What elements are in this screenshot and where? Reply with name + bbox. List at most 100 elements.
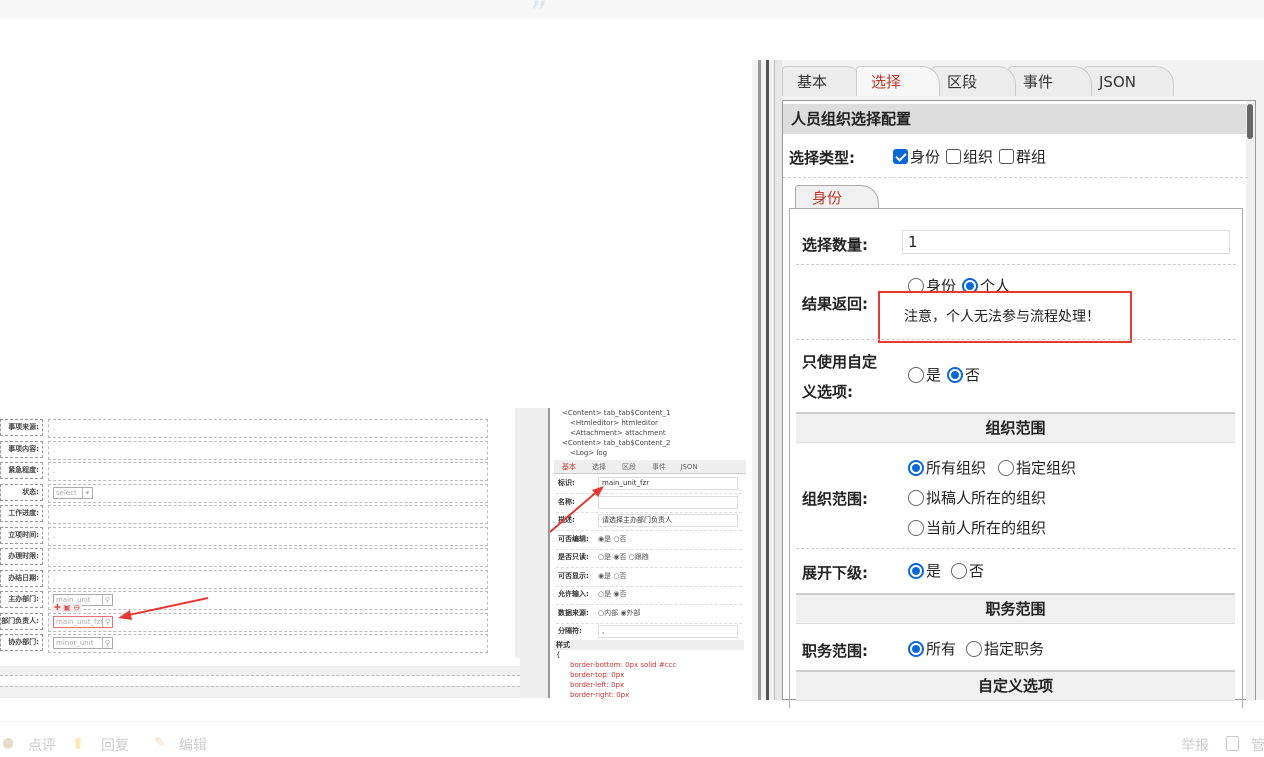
edit-button[interactable]: 编辑 bbox=[179, 735, 207, 755]
tree-node[interactable]: <Htmleditor> htmleditor bbox=[554, 418, 742, 428]
selection-config-panel: 基本 选择 区段 事件 JSON 人员组织选择配置 选择类型: 身份 组织 群组 身份 选择… bbox=[752, 60, 1264, 708]
tab-identity[interactable]: 身份 bbox=[795, 185, 879, 209]
tab-2[interactable]: 区段 bbox=[932, 66, 1016, 96]
post-top-bar bbox=[0, 0, 1264, 18]
form-field: select ▾ bbox=[48, 483, 488, 503]
duty_options-option[interactable]: 指定职务 bbox=[966, 640, 1044, 658]
form-row: 事项来源:. bbox=[0, 419, 490, 438]
style-line: border-right: 0px bbox=[570, 691, 630, 699]
unit-picker[interactable]: minor_unit ⚲ bbox=[53, 637, 113, 649]
select-type-checkboxes: 身份 组织 群组 bbox=[893, 146, 1052, 167]
form-designer-screenshot: 事项来源:. 事项内容:. 紧急程度:. 状态: select ▾ 工作进度: 立项时间:. 办… bbox=[0, 408, 520, 698]
form-label: 紧急程度: bbox=[0, 462, 43, 479]
picker-value: minor_unit bbox=[56, 639, 94, 647]
select-type-label: 选择类型: bbox=[789, 149, 855, 167]
option-label: 组织 bbox=[963, 148, 994, 166]
report-button[interactable]: 举报 bbox=[1181, 735, 1209, 755]
manage-button[interactable]: 管 bbox=[1251, 735, 1264, 755]
tab-4[interactable]: JSON bbox=[1084, 66, 1174, 96]
mid-tab[interactable]: 区段 bbox=[614, 460, 644, 474]
form-field: . bbox=[48, 548, 488, 567]
radio-button[interactable] bbox=[908, 641, 924, 657]
mid-tab[interactable]: 事件 bbox=[644, 460, 674, 474]
tab-3[interactable]: 事件 bbox=[1008, 66, 1092, 96]
field-toolbar-icons[interactable]: ✚ ▣ ⊖ bbox=[52, 603, 83, 612]
mid-tab[interactable]: 基本 bbox=[554, 460, 584, 474]
config-box: 人员组织选择配置 选择类型: 身份 组织 群组 身份 选择数量: 1 结果返回: 身… bbox=[782, 100, 1256, 708]
tree-node[interactable]: <Attachment> attachment bbox=[554, 428, 742, 438]
expand_options-option[interactable]: 否 bbox=[951, 562, 984, 580]
comment-button[interactable]: 点评 bbox=[28, 735, 56, 755]
manage-checkbox[interactable] bbox=[1226, 736, 1239, 751]
form-label: 工作进度: bbox=[0, 505, 43, 522]
org-section-header: 组织范围 bbox=[796, 412, 1235, 443]
org-option[interactable]: 指定组织 bbox=[998, 457, 1076, 478]
property-row: 是否只读: ○是 ◉否 ○跟随 bbox=[556, 548, 742, 568]
tree-node[interactable]: <Log> log bbox=[554, 448, 742, 458]
radio-button[interactable] bbox=[951, 563, 968, 579]
status-select[interactable]: select ▾ bbox=[53, 486, 93, 499]
field-value: . bbox=[53, 553, 56, 561]
org-option[interactable]: 所有组织 bbox=[908, 457, 986, 478]
duty_options-option[interactable]: 所有 bbox=[908, 640, 956, 658]
custom_only_options-option[interactable]: 是 bbox=[908, 366, 941, 384]
result-label: 结果返回: bbox=[802, 295, 868, 313]
property-input[interactable]: 请选择主办部门负责人 bbox=[598, 514, 738, 527]
mid-tab[interactable]: 选择 bbox=[584, 460, 614, 474]
mid-tab[interactable]: JSON bbox=[674, 460, 704, 474]
select_types-option[interactable]: 组织 bbox=[946, 148, 993, 166]
count-input[interactable]: 1 bbox=[902, 230, 1230, 254]
field-value: . bbox=[53, 531, 56, 540]
radio-button[interactable] bbox=[908, 520, 924, 536]
property-row: 可否显示: ◉是 ○否 bbox=[556, 567, 742, 587]
scrollbar-thumb[interactable] bbox=[1247, 104, 1253, 139]
property-label: 分隔符: bbox=[558, 627, 582, 635]
radio-button[interactable] bbox=[998, 460, 1014, 476]
property-radios[interactable]: ○是 ◉否 ○跟随 bbox=[598, 548, 649, 566]
tab-1[interactable]: 选择 bbox=[856, 66, 940, 96]
expand_options-option[interactable]: 是 bbox=[908, 562, 941, 580]
divider bbox=[0, 686, 520, 698]
select_types-option[interactable]: 身份 bbox=[893, 148, 940, 166]
property-input[interactable]: , bbox=[598, 625, 738, 638]
radio-button[interactable] bbox=[908, 460, 924, 476]
select_types-option[interactable]: 群组 bbox=[999, 148, 1046, 166]
tree-node[interactable]: <Content> tab_tab$Content_1 bbox=[554, 408, 742, 418]
radio-button[interactable] bbox=[908, 563, 924, 579]
option-label: 指定职务 bbox=[984, 640, 1045, 658]
unit-picker[interactable]: main_unit_fzr ⚲ bbox=[53, 615, 113, 628]
custom_only_options-option[interactable]: 否 bbox=[947, 366, 980, 384]
property-radios[interactable]: ○内部 ◉外部 bbox=[598, 604, 640, 622]
tree-node[interactable]: <Content> tab_tab$Content_2 bbox=[554, 438, 742, 448]
form-label: 办结日期: bbox=[0, 569, 43, 587]
radio-button[interactable] bbox=[966, 641, 983, 657]
radio-button[interactable] bbox=[908, 367, 924, 383]
duty-label: 职务范围: bbox=[802, 642, 868, 660]
property-input[interactable] bbox=[598, 495, 738, 509]
duty-section-header: 职务范围 bbox=[796, 593, 1235, 624]
form-row: 部门负责人: main_unit_fzr ⚲ bbox=[0, 612, 490, 632]
style-line: border-bottom: 0px solid #ccc bbox=[570, 661, 677, 669]
option-label: 所有组织 bbox=[926, 459, 987, 477]
form-field: minor_unit ⚲ bbox=[48, 634, 488, 653]
property-radios[interactable]: ○是 ◉否 bbox=[598, 585, 626, 603]
field-value: . bbox=[53, 467, 56, 475]
person-icon: ⚲ bbox=[102, 638, 112, 648]
tab-0[interactable]: 基本 bbox=[782, 66, 864, 96]
option-label: 是 bbox=[926, 562, 942, 580]
property-radios[interactable]: ◉是 ○否 bbox=[598, 567, 626, 585]
divider bbox=[0, 666, 520, 676]
checkbox[interactable] bbox=[893, 149, 908, 164]
radio-button[interactable] bbox=[908, 490, 924, 506]
radio-button[interactable] bbox=[947, 367, 964, 383]
checkbox[interactable] bbox=[999, 149, 1015, 164]
org-option[interactable]: 当前人所在的组织 bbox=[908, 517, 1046, 538]
checkbox[interactable] bbox=[946, 149, 962, 164]
component-tree: <Content> tab_tab$Content_1 <Htmleditor> … bbox=[554, 408, 742, 458]
property-input[interactable]: main_unit_fzr bbox=[598, 477, 738, 490]
reply-button[interactable]: 回复 bbox=[101, 735, 129, 755]
custom-only-label: 只使用自定 bbox=[802, 353, 878, 371]
scrollbar[interactable] bbox=[1246, 101, 1255, 701]
form-field: . bbox=[48, 462, 488, 481]
org-option[interactable]: 拟稿人所在的组织 bbox=[908, 487, 1046, 508]
